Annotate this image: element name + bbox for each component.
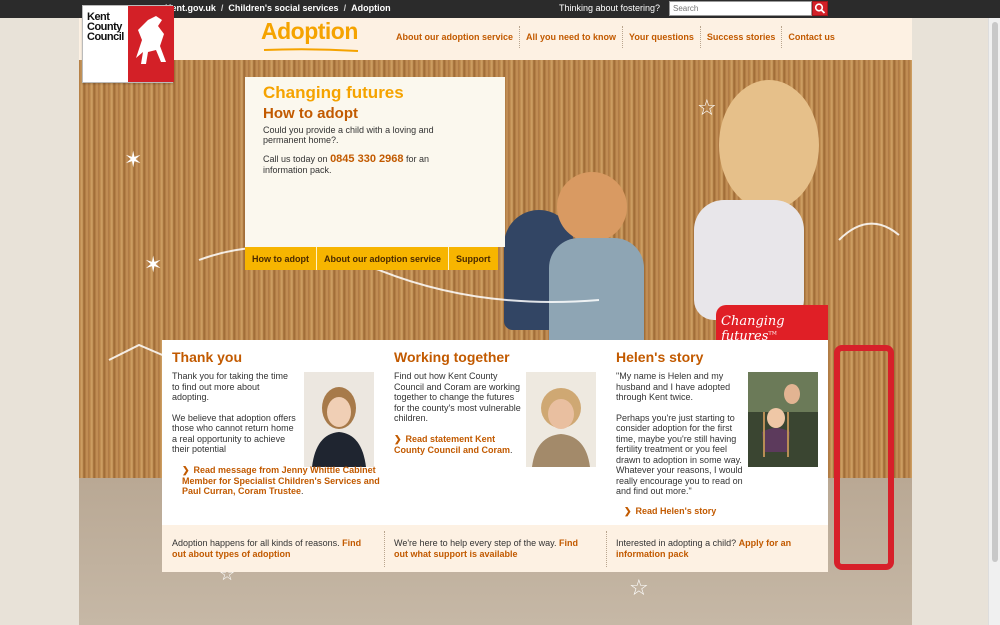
footer-apply: Interested in adopting a child? Apply fo… (616, 538, 816, 560)
horse-emblem (128, 6, 174, 82)
nav-all-you-need[interactable]: All you need to know (519, 26, 622, 48)
svg-text:✶: ✶ (124, 148, 142, 173)
link-end: . (510, 444, 513, 455)
subnav-support[interactable]: Support (448, 247, 498, 270)
breadcrumb-separator: / (220, 3, 224, 13)
footer-text: We're here to help every step of the way… (394, 538, 557, 548)
content-panels: Thank you Thank you for taking the time … (162, 340, 828, 525)
svg-text:☆: ☆ (697, 96, 717, 121)
partner-photo (526, 372, 596, 467)
site-title[interactable]: Adoption (261, 18, 358, 45)
jenny-whittle-photo (304, 372, 374, 467)
nav-about-service[interactable]: About our adoption service (390, 26, 519, 48)
panel-body: Find out how Kent County Council and Cor… (394, 371, 522, 424)
footer-support: We're here to help every step of the way… (394, 538, 594, 560)
read-helens-story-link[interactable]: ❯ Read Helen's story (624, 506, 784, 517)
link-text: Read statement Kent County Council and C… (394, 434, 511, 455)
chevron-right-icon: ❯ (182, 465, 190, 475)
panel-thank-you: Thank you Thank you for taking the time … (162, 340, 384, 525)
read-statement-link[interactable]: ❯ Read statement Kent County Council and … (394, 434, 522, 455)
logo-text: Kent County Council (87, 11, 124, 43)
changing-futures-badge: Changing futuresTM (716, 305, 828, 344)
hero-title: Changing futures (263, 83, 404, 102)
link-end: . (301, 486, 304, 496)
nav-success-stories[interactable]: Success stories (699, 26, 782, 48)
trademark-mark: TM (768, 330, 777, 337)
hero-subtitle: How to adopt (263, 105, 358, 122)
search-button[interactable] (812, 1, 828, 16)
panel-paragraph: We believe that adoption offers those wh… (172, 412, 296, 455)
link-text: Read Helen's story (635, 506, 717, 516)
panel-paragraph: "My name is Helen and my husband and I h… (616, 371, 731, 402)
panel-helens-story: Helen's story "My name is Helen and my h… (606, 340, 828, 525)
chevron-right-icon: ❯ (624, 506, 632, 516)
panel-body: "My name is Helen and my husband and I h… (616, 371, 744, 497)
subnav-how-to-adopt[interactable]: How to adopt (245, 247, 316, 270)
panel-title: Helen's story (616, 349, 704, 365)
panel-paragraph: Thank you for taking the time to find ou… (172, 371, 289, 402)
svg-text:✶: ✶ (144, 253, 162, 278)
chevron-right-icon: ❯ (394, 434, 402, 444)
breadcrumb-separator: / (343, 3, 347, 13)
footer-divider (606, 531, 607, 567)
panel-paragraph: Find out how Kent County Council and Cor… (394, 371, 521, 423)
search-icon (814, 3, 826, 14)
helen-photo (748, 372, 818, 467)
subnav-about-service[interactable]: About our adoption service (316, 247, 448, 270)
call-prefix: Call us today on (263, 154, 328, 164)
breadcrumb: Kent.gov.uk / Children's social services… (165, 3, 391, 13)
panel-title: Working together (394, 349, 510, 365)
hero-subnav: How to adopt About our adoption service … (245, 247, 498, 270)
phone-number: 0845 330 2968 (330, 153, 404, 165)
hero-intro: Could you provide a child with a loving … (263, 125, 434, 145)
svg-text:☆: ☆ (629, 576, 649, 601)
footer-divider (384, 531, 385, 567)
panel-title: Thank you (172, 349, 243, 365)
nav-your-questions[interactable]: Your questions (622, 26, 700, 48)
search-input[interactable] (669, 1, 812, 16)
breadcrumb-childrens-services[interactable]: Children's social services (228, 3, 338, 13)
breadcrumb-adoption[interactable]: Adoption (351, 3, 391, 13)
scrollbar-thumb[interactable] (992, 22, 998, 562)
fostering-link[interactable]: Thinking about fostering? (559, 3, 660, 13)
link-text: Read message from Jenny Whittle Cabinet … (182, 465, 380, 496)
panel-working-together: Working together Find out how Kent Count… (384, 340, 606, 525)
footer-text: Adoption happens for all kinds of reason… (172, 538, 340, 548)
footer-types-of-adoption: Adoption happens for all kinds of reason… (172, 538, 377, 560)
site-header: Adoption About our adoption service All … (79, 18, 912, 60)
main-nav: About our adoption service All you need … (390, 26, 841, 48)
read-message-link[interactable]: ❯ Read message from Jenny Whittle Cabinet… (182, 465, 382, 497)
footer-callouts: Adoption happens for all kinds of reason… (162, 525, 828, 572)
hero-call-text: Call us today on 0845 330 2968 for an in… (263, 154, 443, 176)
panel-body: Thank you for taking the time to find ou… (172, 371, 297, 455)
scrollbar[interactable] (988, 18, 1000, 625)
nav-contact-us[interactable]: Contact us (781, 26, 841, 48)
kcc-logo[interactable]: Kent County Council (82, 5, 174, 83)
title-underline (263, 48, 359, 52)
footer-text: Interested in adopting a child? (616, 538, 737, 548)
hero-info-box: Changing futures How to adopt Could you … (245, 77, 505, 247)
panel-paragraph: Perhaps you're just starting to consider… (616, 412, 743, 497)
